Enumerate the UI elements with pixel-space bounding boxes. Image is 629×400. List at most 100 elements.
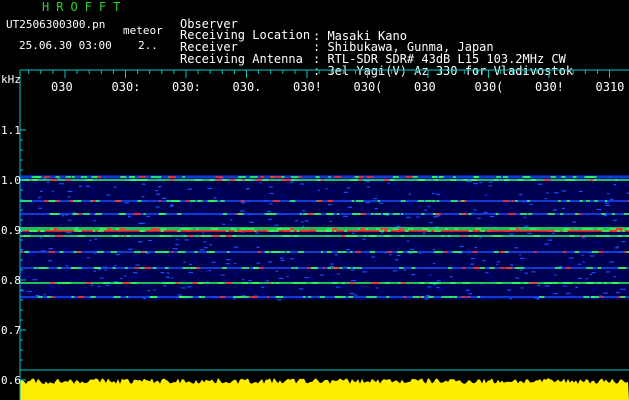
- noise-speck: [188, 263, 193, 265]
- x-tick-label: 030!: [535, 80, 564, 94]
- noise-speck: [214, 238, 217, 240]
- signal-dot: [615, 179, 618, 181]
- noise-speck: [106, 194, 111, 196]
- signal-dot: [432, 230, 435, 232]
- signal-dot: [151, 176, 155, 178]
- signal-dot: [307, 213, 314, 215]
- noise-speck: [591, 297, 596, 300]
- noise-speck: [96, 242, 101, 244]
- signal-dot: [190, 267, 197, 269]
- noise-speck: [590, 210, 594, 213]
- noise-speck: [190, 255, 196, 257]
- noise-speck: [128, 275, 132, 278]
- noise-speck: [184, 284, 189, 286]
- noise-speck: [585, 278, 589, 280]
- noise-speck: [22, 291, 25, 293]
- signal-dot: [151, 228, 160, 230]
- signal-dot: [126, 296, 129, 298]
- signal-dot: [37, 296, 43, 298]
- noise-speck: [465, 291, 469, 293]
- noise-speck: [393, 206, 397, 209]
- signal-dot: [522, 282, 529, 284]
- signal-dot: [162, 282, 169, 284]
- signal-dot: [43, 235, 50, 237]
- signal-dot: [276, 228, 283, 230]
- noise-speck: [51, 294, 56, 296]
- noise-speck: [402, 225, 405, 227]
- signal-dot: [360, 228, 366, 230]
- noise-speck: [592, 288, 596, 290]
- noise-speck: [268, 186, 273, 188]
- noise-speck: [572, 221, 577, 223]
- noise-speck: [510, 264, 514, 266]
- signal-dot: [273, 251, 281, 253]
- noise-speck: [43, 293, 46, 296]
- noise-speck: [295, 261, 300, 263]
- noise-speck: [431, 191, 434, 193]
- signal-dot: [260, 176, 265, 178]
- signal-dot: [354, 235, 358, 237]
- signal-dot: [91, 200, 96, 202]
- noise-speck: [53, 288, 57, 290]
- signal-dot: [185, 200, 190, 202]
- noise-speck: [338, 285, 341, 288]
- signal-dot: [152, 267, 157, 269]
- noise-speck: [381, 244, 384, 246]
- noise-speck: [123, 195, 129, 197]
- noise-speck: [170, 204, 174, 206]
- signal-dot: [283, 235, 291, 237]
- signal-dot: [327, 267, 332, 269]
- signal-dot: [99, 228, 108, 230]
- noise-speck: [599, 247, 603, 249]
- noise-speck: [396, 254, 401, 257]
- noise-speck: [78, 185, 83, 187]
- noise-speck: [82, 257, 85, 259]
- signal-dot: [286, 251, 291, 253]
- signal-dot: [399, 267, 404, 269]
- signal-dot: [332, 282, 338, 284]
- signal-dot: [363, 235, 367, 237]
- signal-dot: [332, 267, 341, 269]
- noise-speck: [102, 255, 106, 257]
- signal-dot: [50, 296, 55, 298]
- noise-speck: [282, 255, 287, 258]
- signal-dot: [616, 230, 621, 232]
- noise-speck: [419, 252, 422, 255]
- signal-dot: [520, 213, 528, 215]
- noise-speck: [85, 185, 90, 188]
- noise-speck: [26, 276, 31, 278]
- noise-speck: [356, 276, 362, 278]
- signal-dot: [65, 176, 72, 178]
- signal-dot: [376, 228, 380, 230]
- noise-speck: [120, 205, 124, 207]
- signal-dot: [579, 200, 583, 202]
- signal-dot: [594, 200, 598, 202]
- noise-speck: [256, 246, 260, 248]
- signal-dot: [407, 228, 414, 230]
- noise-speck: [391, 274, 395, 276]
- signal-dot: [479, 267, 485, 269]
- noise-speck: [520, 195, 525, 197]
- noise-speck: [235, 289, 238, 291]
- noise-speck: [266, 210, 272, 213]
- signal-dot: [166, 200, 171, 202]
- noise-speck: [406, 183, 411, 185]
- signal-dot: [434, 179, 438, 181]
- noise-speck: [52, 262, 57, 264]
- noise-speck: [363, 259, 367, 261]
- signal-dot: [555, 267, 562, 269]
- noise-speck: [233, 298, 236, 300]
- noise-speck: [279, 194, 282, 196]
- signal-dot: [473, 267, 480, 269]
- signal-dot: [290, 176, 299, 178]
- signal-dot: [504, 179, 510, 181]
- noise-speck: [479, 181, 483, 184]
- signal-dot: [334, 296, 341, 298]
- signal-dot: [153, 176, 162, 178]
- noise-speck: [603, 292, 609, 294]
- signal-dot: [370, 282, 378, 284]
- signal-dot: [489, 267, 493, 269]
- signal-dot: [275, 296, 284, 298]
- y-tick-label: 0.8: [1, 274, 21, 287]
- noise-speck: [145, 223, 150, 225]
